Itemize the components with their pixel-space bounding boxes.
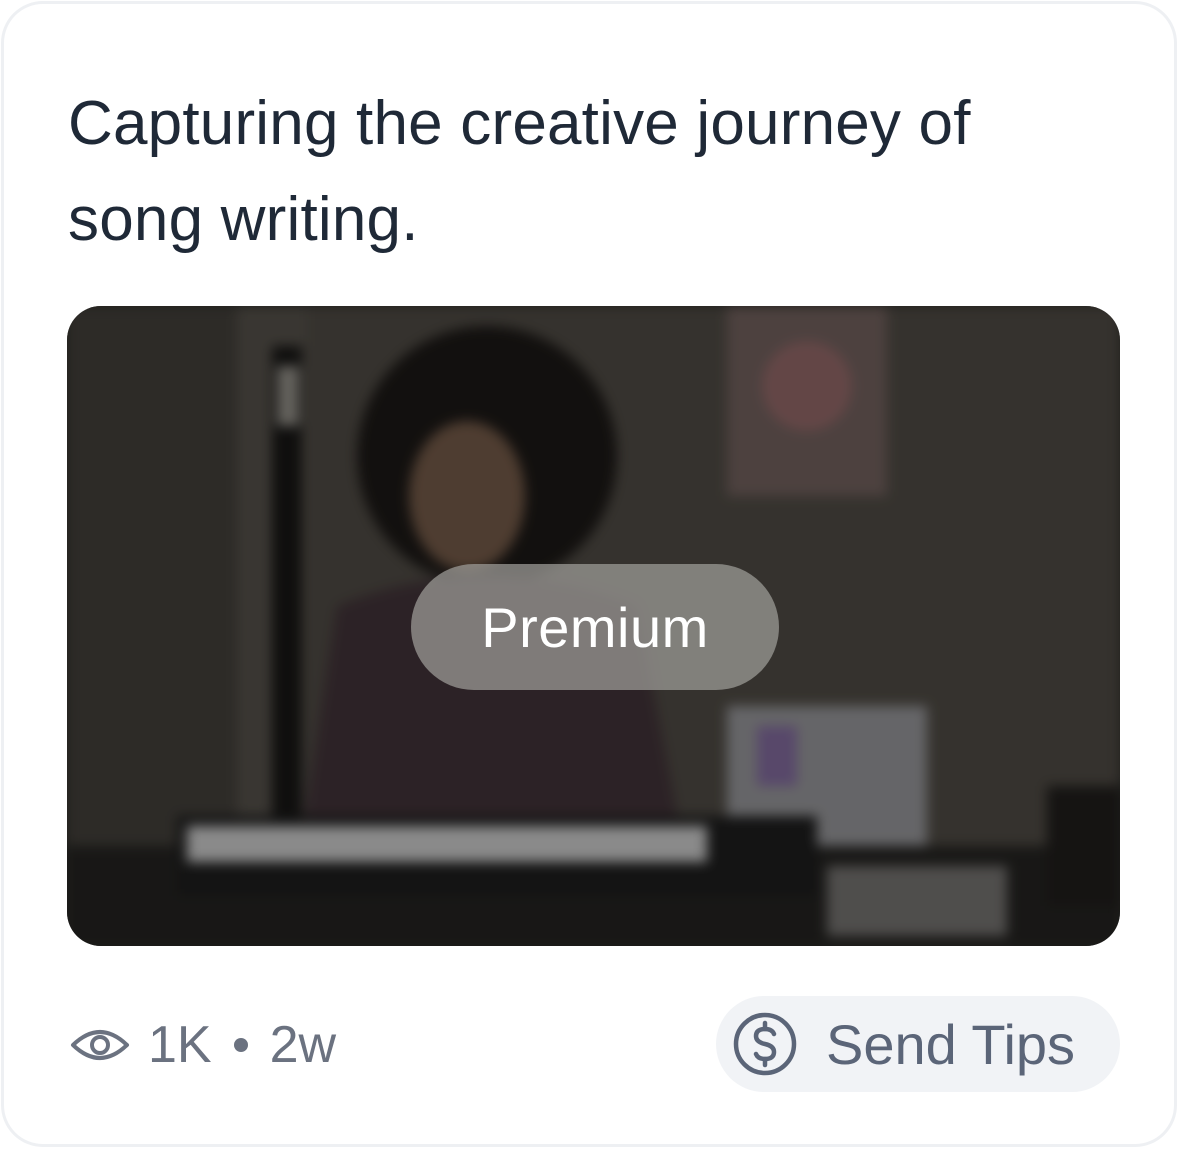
view-count: 1K — [148, 1016, 212, 1074]
separator-dot — [233, 1038, 248, 1052]
post-stats: 1K 2w — [68, 1012, 336, 1078]
post-card: Capturing the creative journey of song w… — [1, 1, 1177, 1147]
eye-icon — [71, 1030, 129, 1060]
post-age: 2w — [269, 1016, 337, 1074]
send-tips-button[interactable]: Send Tips — [716, 996, 1120, 1092]
dollar-circle-icon — [733, 1012, 797, 1076]
post-media-locked[interactable]: Premium — [67, 306, 1120, 946]
post-caption: Capturing the creative journey of song w… — [68, 89, 971, 254]
premium-badge[interactable]: Premium — [411, 564, 779, 690]
send-tips-label: Send Tips — [826, 1012, 1076, 1076]
